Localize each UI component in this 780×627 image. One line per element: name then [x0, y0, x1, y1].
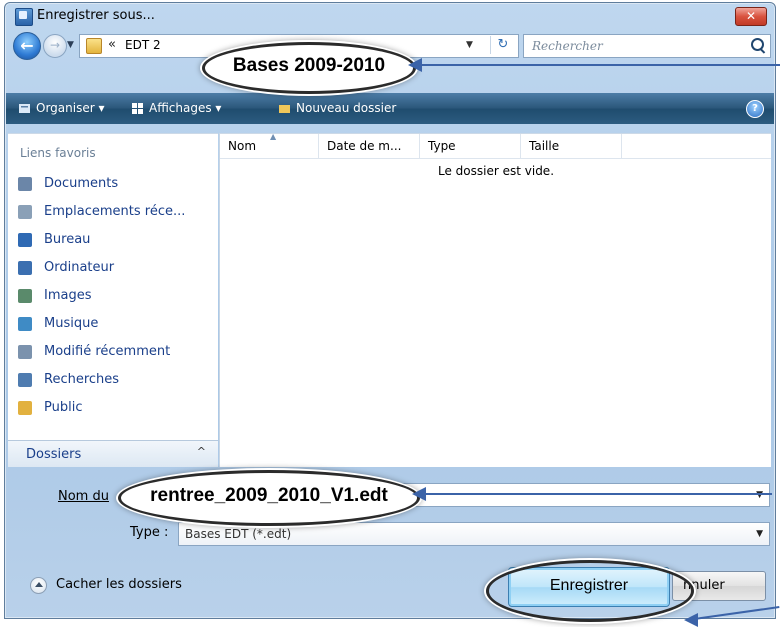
folder-callout-text: Bases 2009-2010: [232, 55, 386, 76]
callout-arrow-line: [422, 493, 772, 495]
back-arrow-icon: ←: [20, 36, 34, 55]
folders-pane-toggle[interactable]: Dossiers ^: [8, 440, 218, 467]
favorite-link-desktop[interactable]: Bureau: [18, 230, 213, 252]
forward-button[interactable]: →: [43, 34, 67, 58]
folder-callout: Bases 2009-2010: [202, 42, 416, 94]
favorite-link-documents[interactable]: Documents: [18, 174, 213, 196]
column-label: Nom: [228, 139, 257, 153]
favorites-header: Liens favoris: [20, 146, 96, 160]
filetype-value: Bases EDT (*.edt): [185, 527, 292, 541]
public-folder-icon: [18, 401, 32, 415]
favorite-link-label: Images: [44, 288, 92, 303]
chevron-up-icon: ^: [196, 445, 206, 458]
new-folder-icon: [279, 105, 290, 113]
callout-arrow-line: [418, 64, 780, 66]
help-icon[interactable]: ?: [746, 100, 764, 118]
recently-modified-icon: [18, 345, 32, 359]
close-button[interactable]: ✕: [735, 7, 767, 26]
callout-arrow-icon: [412, 487, 426, 501]
refresh-button[interactable]: ↻: [490, 36, 515, 54]
collapse-icon: [30, 577, 47, 594]
breadcrumb-item[interactable]: EDT 2: [125, 38, 161, 52]
computer-icon: [18, 261, 32, 275]
history-dropdown-icon[interactable]: ▼: [67, 40, 74, 50]
favorite-link-label: Ordinateur: [44, 260, 115, 275]
filename-label: Nom du: [58, 489, 109, 504]
favorite-link-label: Recherches: [44, 372, 120, 387]
filename-dropdown-icon[interactable]: ▼: [756, 490, 763, 500]
column-header-date[interactable]: Date de m...: [319, 134, 420, 158]
title-bar: Enregistrer sous... ✕: [5, 3, 775, 29]
desktop-icon: [18, 233, 32, 247]
column-header-type[interactable]: Type: [420, 134, 521, 158]
music-icon: [18, 317, 32, 331]
views-menu[interactable]: Affichages ▾: [149, 101, 221, 115]
search-placeholder: Rechercher: [532, 39, 603, 53]
favorite-link-label: Musique: [44, 316, 99, 331]
command-toolbar: Organiser ▾ Affichages ▾ Nouveau dossier…: [6, 93, 774, 124]
close-icon: ✕: [745, 9, 757, 23]
favorite-link-recent-places[interactable]: Emplacements réce...: [18, 202, 213, 224]
organise-menu[interactable]: Organiser ▾: [36, 101, 104, 115]
searches-icon: [18, 373, 32, 387]
back-button[interactable]: ←: [13, 32, 41, 60]
address-dropdown-icon[interactable]: ▼: [466, 40, 473, 50]
images-icon: [18, 289, 32, 303]
favorite-link-label: Bureau: [44, 232, 91, 247]
filename-label-text: Nom du: [58, 489, 109, 504]
documents-icon: [18, 177, 32, 191]
column-label: Date de m...: [327, 139, 402, 153]
folder-icon: [86, 38, 102, 54]
favorite-link-label: Public: [44, 400, 83, 415]
callout-arrow-icon: [408, 58, 422, 72]
callout-arrow-icon: [684, 613, 698, 627]
filetype-label: Type :: [130, 525, 169, 540]
empty-folder-message: Le dossier est vide.: [438, 164, 555, 178]
favorite-link-label: Emplacements réce...: [44, 204, 186, 219]
filename-callout: rentree_2009_2010_V1.edt: [118, 470, 420, 526]
chevron-down-icon: ▼: [756, 529, 763, 539]
favorite-link-recently-modified[interactable]: Modifié récemment: [18, 342, 213, 364]
column-label: Taille: [529, 139, 560, 153]
favorite-link-public[interactable]: Public: [18, 398, 213, 420]
favorite-link-label: Modifié récemment: [44, 344, 171, 359]
search-input[interactable]: Rechercher: [523, 34, 771, 58]
column-header-name[interactable]: Nom ▲: [220, 132, 319, 158]
favorite-link-music[interactable]: Musique: [18, 314, 213, 336]
refresh-icon: ↻: [497, 37, 509, 52]
search-icon[interactable]: [751, 38, 764, 51]
save-callout: [486, 560, 694, 622]
favorite-link-computer[interactable]: Ordinateur: [18, 258, 213, 280]
new-folder-button[interactable]: Nouveau dossier: [296, 101, 396, 115]
favorite-link-images[interactable]: Images: [18, 286, 213, 308]
folders-label: Dossiers: [26, 447, 82, 462]
file-list-pane: Nom ▲ Date de m... Type Taille Le dossie…: [219, 132, 771, 467]
app-icon: [15, 8, 33, 26]
favorite-link-label: Documents: [44, 176, 119, 191]
sort-ascending-icon: ▲: [270, 132, 277, 141]
column-header-row: Nom ▲ Date de m... Type Taille: [220, 132, 771, 159]
filename-value: rentree_2009_2010_V1.edt: [150, 485, 388, 506]
window-title: Enregistrer sous...: [37, 8, 155, 23]
column-header-size[interactable]: Taille: [521, 134, 622, 158]
forward-arrow-icon: →: [49, 38, 61, 52]
favorite-link-searches[interactable]: Recherches: [18, 370, 213, 392]
column-label: Type: [428, 139, 456, 153]
hide-folders-label: Cacher les dossiers: [56, 577, 182, 592]
navigation-pane: Liens favoris Documents Emplacements réc…: [8, 133, 218, 464]
organise-icon: [19, 104, 30, 113]
breadcrumb-overflow[interactable]: «: [108, 37, 116, 52]
views-icon: [132, 103, 143, 114]
recent-places-icon: [18, 205, 32, 219]
